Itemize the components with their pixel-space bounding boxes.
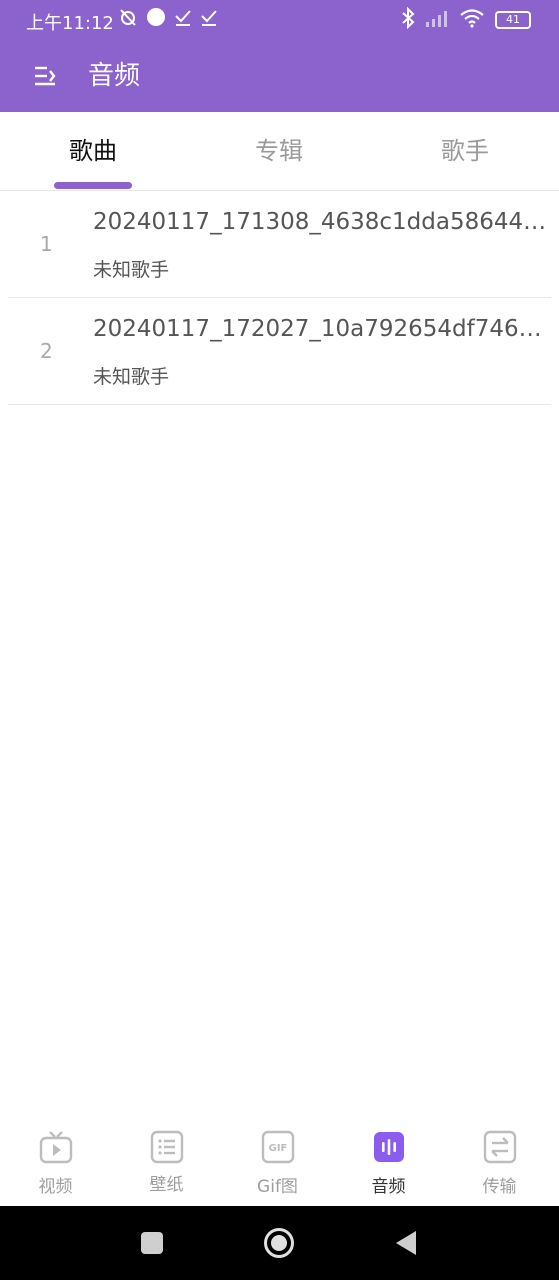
nav-item-video[interactable]: 视频 (0, 1120, 111, 1206)
back-triangle-icon (396, 1231, 416, 1255)
song-row[interactable]: 2 20240117_172027_10a792654df74618f 未知歌手 (0, 298, 559, 405)
page-title: 音频 (88, 61, 141, 91)
song-title: 20240117_172027_10a792654df74618f (93, 316, 553, 342)
status-time: 上午11:12 (26, 13, 114, 34)
app-header: 上午11:12 41 音频 (0, 0, 559, 112)
battery-level: 41 (506, 13, 520, 26)
nav-label: 音频 (371, 1177, 406, 1197)
song-title: 20240117_171308_4638c1dda58644145 (93, 209, 553, 235)
tab-bar: 歌曲 专辑 歌手 (0, 112, 559, 191)
wallpaper-icon (150, 1130, 184, 1164)
status-icons-left (118, 7, 218, 31)
nav-label: 视频 (38, 1177, 73, 1197)
nav-label: 传输 (482, 1177, 517, 1197)
battery-icon: 41 (495, 11, 531, 29)
dot-icon (146, 7, 166, 31)
tab-albums[interactable]: 专辑 (186, 112, 372, 190)
tab-songs[interactable]: 歌曲 (0, 112, 186, 190)
nav-label: Gif图 (257, 1177, 298, 1197)
back-button[interactable] (376, 1206, 436, 1280)
bluetooth-icon (401, 6, 415, 33)
svg-text:GIF: GIF (269, 1143, 288, 1154)
transfer-icon (483, 1130, 517, 1164)
nav-label: 壁纸 (149, 1175, 184, 1195)
song-index: 2 (40, 339, 53, 363)
status-bar: 上午11:12 41 (0, 0, 559, 40)
nav-item-wallpaper[interactable]: 壁纸 (111, 1120, 222, 1206)
song-list: 1 20240117_171308_4638c1dda58644145 未知歌手… (0, 191, 559, 405)
toolbar: 音频 (0, 40, 559, 112)
menu-collapse-icon[interactable] (27, 58, 63, 94)
square-icon (141, 1232, 163, 1254)
gif-icon: GIF (261, 1130, 295, 1164)
song-artist: 未知歌手 (93, 366, 170, 388)
nav-item-transfer[interactable]: 传输 (444, 1120, 555, 1206)
song-row[interactable]: 1 20240117_171308_4638c1dda58644145 未知歌手 (0, 191, 559, 298)
home-circle-icon (264, 1228, 294, 1258)
home-button[interactable] (249, 1206, 309, 1280)
recents-button[interactable] (122, 1206, 182, 1280)
tab-artists[interactable]: 歌手 (372, 112, 558, 190)
wifi-icon (459, 8, 485, 32)
status-icons-right: 41 (401, 6, 531, 33)
song-artist: 未知歌手 (93, 259, 170, 281)
bottom-nav: 视频 壁纸 GIF Gif图 音频 传输 (0, 1120, 559, 1206)
signal-icon (425, 8, 449, 32)
nav-item-audio[interactable]: 音频 (333, 1120, 444, 1206)
check-download-icon (200, 7, 218, 31)
audio-icon (374, 1132, 404, 1162)
nav-item-gif[interactable]: GIF Gif图 (222, 1120, 333, 1206)
row-divider (8, 404, 551, 405)
check-download-icon (174, 7, 192, 31)
song-index: 1 (40, 232, 53, 256)
tab-indicator (54, 182, 132, 189)
tv-icon (39, 1131, 73, 1164)
system-navigation-bar (0, 1206, 559, 1280)
alarm-off-icon (118, 7, 138, 31)
